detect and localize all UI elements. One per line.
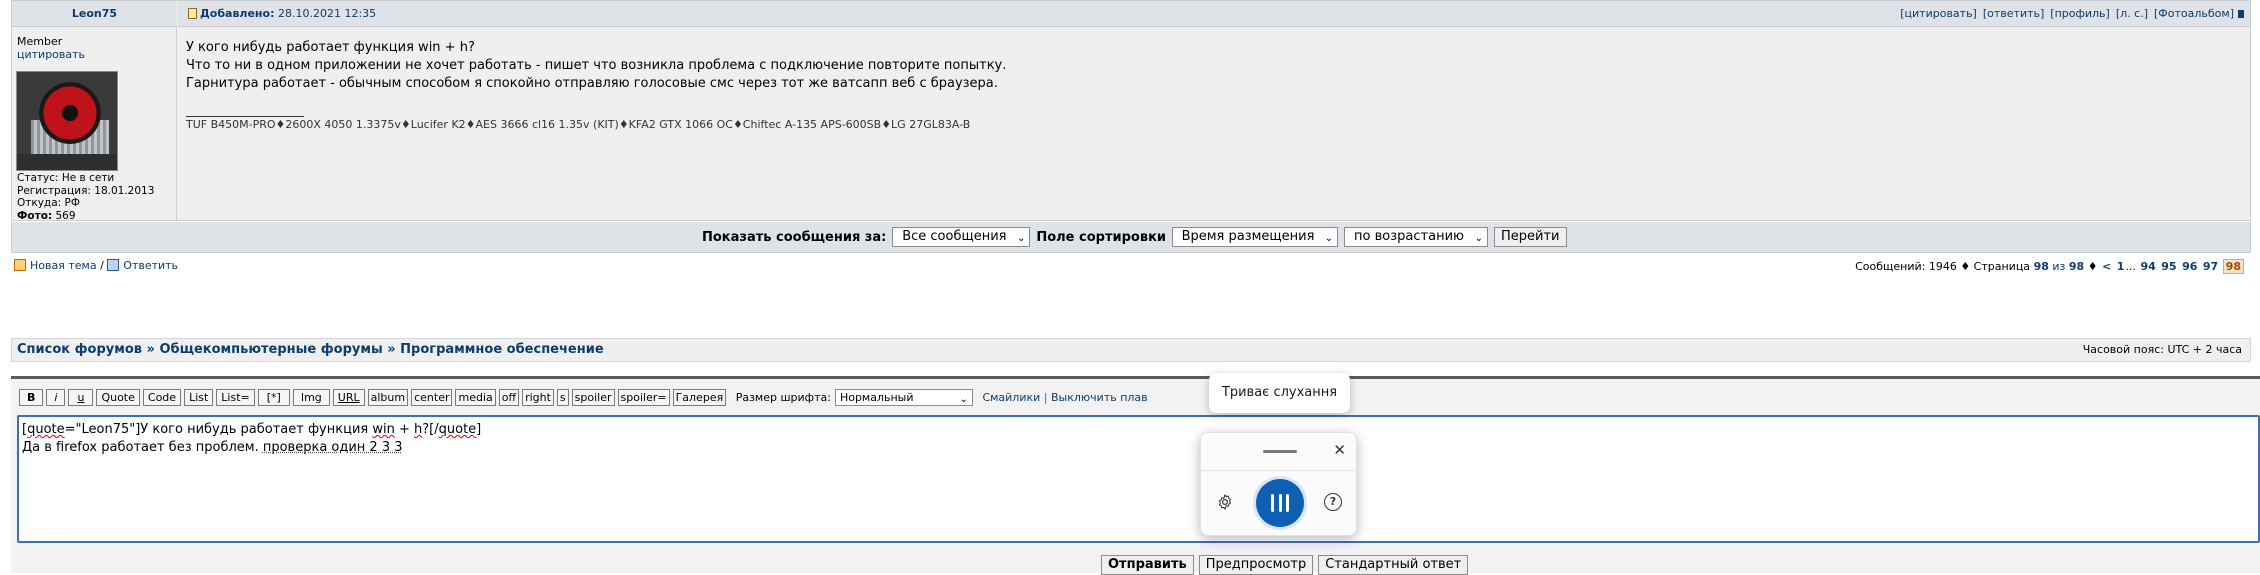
post-document-icon[interactable] — [188, 8, 197, 19]
img-button[interactable]: Img — [292, 389, 330, 406]
quote-action[interactable]: [цитировать] — [1900, 7, 1977, 20]
page-link-1[interactable]: 1 — [2117, 260, 2125, 273]
code-button[interactable]: Code — [142, 389, 182, 406]
message-textarea[interactable]: [quote="Leon75"]У кого нибудь работает ф… — [17, 415, 2260, 543]
sort-field-label: Поле сортировки — [1036, 229, 1167, 245]
italic-button[interactable]: i — [46, 389, 66, 406]
preview-button[interactable]: Предпросмотр — [1198, 555, 1314, 575]
new-topic-icon[interactable] — [14, 259, 26, 271]
post-line-3: Гарнитура работает - обычным способом я … — [186, 76, 998, 91]
author-quote-link[interactable]: цитировать — [17, 48, 85, 61]
author-cell: Leon75 Member цитировать Статус: Не в се… — [12, 1, 177, 222]
waveform-bar-icon — [1271, 494, 1274, 512]
spoiler-titled-button[interactable]: spoiler= — [617, 389, 670, 406]
font-size-label: Размер шрифта: — [735, 391, 831, 404]
display-options-bar: Показать сообщения за: Все сообщения ⌄ Поле… — [11, 222, 2251, 253]
author-photo-label: Фото: — [17, 209, 53, 222]
post-actions: [цитировать] [ответить] [профиль] [л. с.] [Ф… — [1894, 1, 2244, 27]
post-line-1: У кого нибудь работает функция win + h? — [186, 40, 475, 55]
topic-toolbar: Новая тема / Ответить Сообщений: 1946 ♦ … — [14, 259, 2254, 274]
page-link-94[interactable]: 94 — [2140, 260, 2155, 273]
chevron-down-icon: ⌄ — [1474, 233, 1484, 244]
post-date: Добавлено: 28.10.2021 12:35 — [188, 1, 376, 27]
breadcrumb[interactable]: Список форумов » Общекомпьютерные форумы… — [17, 339, 604, 361]
top-arrow-icon[interactable] — [2238, 10, 2244, 18]
textarea-line-2: Да в firefox работает без проблем. прове… — [22, 440, 403, 455]
close-icon[interactable]: ✕ — [1333, 441, 1346, 459]
right-button[interactable]: right — [522, 389, 554, 406]
standard-reply-button[interactable]: Стандартный ответ — [1318, 555, 1469, 575]
quote-button[interactable]: Quote — [96, 389, 140, 406]
smilies-link[interactable]: Смайлики — [982, 391, 1040, 404]
page-link-96[interactable]: 96 — [2182, 260, 2197, 273]
author-rank: Member — [17, 35, 63, 48]
chevron-down-icon: ⌄ — [1324, 233, 1334, 244]
spoiler-button[interactable]: spoiler — [571, 389, 615, 406]
waveform-bar-icon — [1278, 494, 1282, 512]
reply-icon[interactable] — [107, 259, 120, 271]
post-line-2: Что то ни в одном приложении не хочет ра… — [186, 58, 1007, 73]
textarea-line-1: [quote="Leon75"]У кого нибудь работает ф… — [22, 422, 482, 437]
photoalbum-action[interactable]: [Фотоальбом] — [2154, 7, 2234, 20]
author-registered: Регистрация: 18.01.2013 — [17, 184, 155, 197]
author-from: Откуда: РФ — [17, 197, 80, 209]
author-photo-count: 569 — [55, 209, 76, 222]
sort-field-select[interactable]: Время размещения ⌄ — [1172, 227, 1339, 247]
go-button[interactable]: Перейти — [1494, 227, 1567, 247]
drag-handle[interactable] — [1263, 450, 1297, 453]
list-item-button[interactable]: [*] — [257, 389, 290, 406]
author-stats: Статус: Не в сети Регистрация: 18.01.201… — [17, 172, 154, 222]
signature-divider — [186, 116, 304, 117]
page-link-95[interactable]: 95 — [2161, 260, 2176, 273]
media-button[interactable]: media — [455, 389, 496, 406]
chevron-down-icon: ⌄ — [1016, 233, 1026, 244]
reply-action[interactable]: [ответить] — [1983, 7, 2044, 20]
gallery-button[interactable]: Галерея — [672, 389, 727, 406]
prev-page-link[interactable]: < — [2102, 260, 2111, 273]
show-posts-label: Показать сообщения за: — [702, 229, 887, 245]
avatar — [16, 71, 118, 171]
page-link-97[interactable]: 97 — [2203, 260, 2218, 273]
list-button[interactable]: List — [184, 389, 214, 406]
show-posts-select[interactable]: Все сообщения ⌄ — [892, 227, 1031, 247]
waveform-bar-icon — [1286, 494, 1289, 512]
help-icon[interactable]: ? — [1324, 493, 1342, 511]
author-name[interactable]: Leon75 — [12, 1, 177, 27]
submit-button[interactable]: Отправить — [1101, 555, 1194, 575]
timezone-label: Часовой пояс: UTC + 2 часа — [2082, 343, 2242, 356]
new-topic-link[interactable]: Новая тема — [30, 259, 97, 272]
album-button[interactable]: album — [367, 389, 409, 406]
voice-typing-panel: ✕ ? — [1200, 432, 1357, 536]
reply-link[interactable]: Ответить — [123, 259, 178, 272]
microphone-button[interactable] — [1256, 479, 1304, 527]
pagination: Сообщений: 1946 ♦ Страница 98 из 98 ♦ < … — [1855, 259, 2244, 274]
chevron-down-icon: ⌄ — [959, 394, 968, 405]
author-info: Member цитировать — [17, 35, 85, 61]
post-signature: TUF B450M-PRO♦2600X 4050 1.3375v♦Lucifer… — [186, 118, 971, 131]
current-page: 98 — [2222, 259, 2244, 274]
url-button[interactable]: URL — [332, 389, 365, 406]
bbcode-toolbar: Bi u Quote Code List List= [*] Img URL album cente… — [19, 389, 1148, 406]
post-header: Добавлено: 28.10.2021 12:35 [цитировать]… — [178, 1, 2250, 27]
submit-row: Отправить Предпросмотр Стандартный ответ — [1101, 555, 1473, 575]
listening-tooltip: Триває слухання — [1209, 373, 1350, 413]
underline-button[interactable]: u — [68, 389, 94, 406]
post-body: У кого нибудь работает функция win + h? … — [186, 39, 1006, 93]
gear-icon[interactable] — [1216, 493, 1234, 511]
sort-order-select[interactable]: по возрастанию ⌄ — [1344, 227, 1489, 247]
strike-button[interactable]: s — [556, 389, 569, 406]
ordered-list-button[interactable]: List= — [216, 389, 255, 406]
author-status: Статус: Не в сети — [17, 172, 115, 184]
off-button[interactable]: off — [498, 389, 520, 406]
profile-action[interactable]: [профиль] — [2050, 7, 2110, 20]
font-size-select[interactable]: Нормальный ⌄ — [834, 389, 973, 406]
center-button[interactable]: center — [411, 389, 453, 406]
quick-reply-form: Bi u Quote Code List List= [*] Img URL album cente… — [11, 376, 2260, 575]
forum-post: Leon75 Member цитировать Статус: Не в се… — [11, 0, 2251, 222]
breadcrumb-bar: Список форумов » Общекомпьютерные форумы… — [11, 338, 2251, 362]
disable-floating-link[interactable]: Выключить плав — [1051, 391, 1148, 404]
bold-button[interactable]: B — [19, 389, 44, 406]
pm-action[interactable]: [л. с.] — [2116, 7, 2148, 20]
